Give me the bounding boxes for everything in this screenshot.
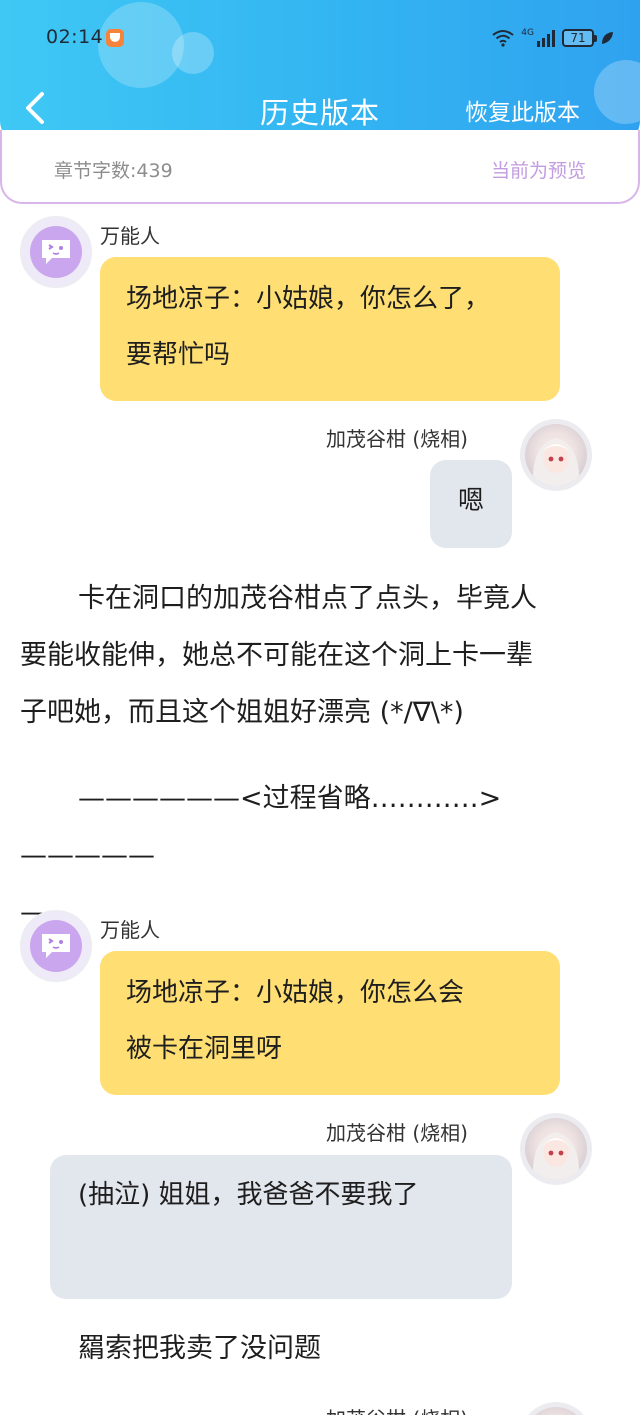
avatar[interactable] [20,216,92,288]
network-type-label: 4G [521,28,534,38]
history-version-page: 02:14 4G 71 历史版本 恢复此版本 章节字数:439 当前为预览 万能… [0,0,640,1415]
character-portrait-icon [525,424,587,486]
narration-line: 卡在洞口的加茂谷柑点了点头，毕竟人 [78,583,537,614]
sender-name: 万能人 [100,918,160,942]
preview-status-label: 当前为预览 [490,160,586,182]
sender-name: 加茂谷柑 (烧相) [326,1121,468,1145]
chapter-info-bar: 章节字数:439 当前为预览 [0,130,640,204]
avatar[interactable] [20,910,92,982]
character-portrait-icon [525,1118,587,1180]
battery-icon: 71 [562,29,597,47]
separator-line: ——————<过程省略…………>————— [20,783,502,871]
chat-bubble-avatar-icon [30,226,82,278]
message-bubble: 嗯 [430,460,512,548]
app-notification-icon [106,29,124,47]
narration-line: 要能收能伸，她总不可能在这个洞上卡一辈 [20,640,533,671]
message-text-line: 要帮忙吗 [126,340,231,370]
message-bubble: (抽泣) 姐姐，我爸爸不要我了 [50,1155,512,1299]
avatar[interactable] [520,419,592,491]
narration-paragraph: 卡在洞口的加茂谷柑点了点头，毕竟人 要能收能伸，她总不可能在这个洞上卡一辈 子吧… [20,570,620,741]
sender-name: 加茂谷柑 (烧相) [326,427,468,451]
status-icons: 4G 71 [491,26,614,50]
restore-version-button[interactable]: 恢复此版本 [465,93,580,127]
message-text-line: 场地凉子：小姑娘，你怎么会 [126,978,465,1008]
sender-name: 加茂谷柑 (烧相) [326,1403,468,1415]
chapter-word-count: 章节字数:439 [54,160,173,182]
narration-paragraph: 羂索把我卖了没问题 [78,1333,321,1364]
message-bubble: 场地凉子：小姑娘，你怎么了， 要帮忙吗 [100,257,560,401]
wifi-icon [492,30,514,47]
leaf-icon [602,32,613,44]
status-time: 02:14 [46,26,104,48]
message-bubble: 场地凉子：小姑娘，你怎么会 被卡在洞里呀 [100,951,560,1095]
decorative-bubble [172,32,214,74]
chat-bubble-avatar-icon [30,920,82,972]
header: 02:14 4G 71 历史版本 恢复此版本 [0,0,640,143]
sender-name: 万能人 [100,224,160,248]
avatar[interactable] [520,1402,592,1415]
narration-line: 子吧她，而且这个姐姐好漂亮 (*/∇\*) [20,697,464,728]
signal-icon [537,30,555,47]
message-text-line: 场地凉子：小姑娘，你怎么了， [126,284,491,314]
message-text-line: 被卡在洞里呀 [126,1034,283,1064]
character-portrait-icon [525,1407,587,1415]
avatar[interactable] [520,1113,592,1185]
